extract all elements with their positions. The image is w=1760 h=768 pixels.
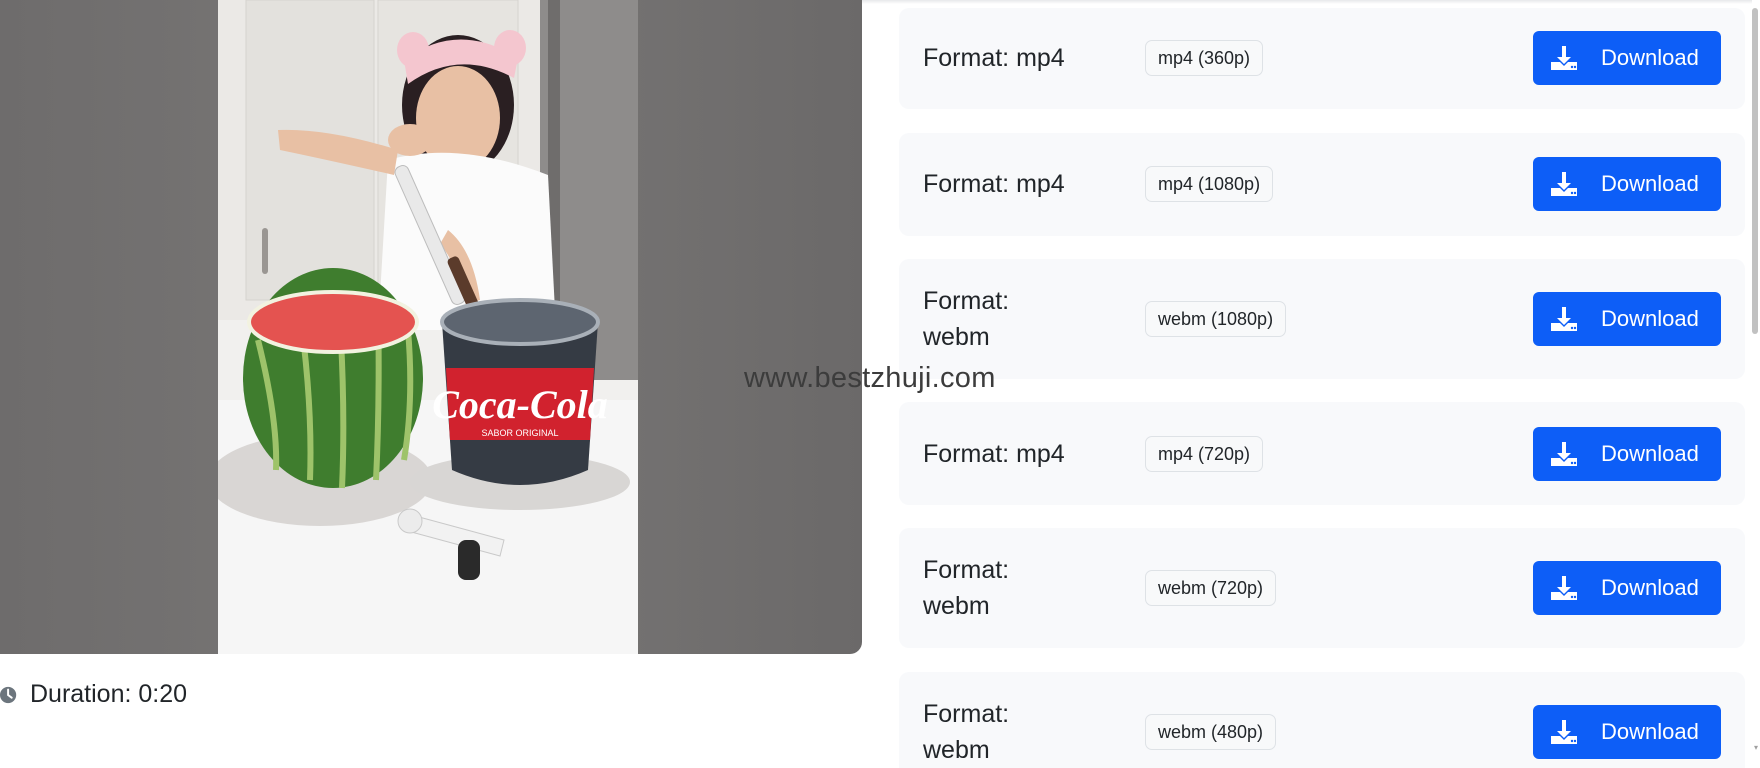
format-label: Format: webm: [923, 700, 1010, 764]
format-label: Format: mp4: [923, 440, 1065, 468]
format-card: Format: webm webm (1080p) Download: [899, 259, 1745, 379]
download-button[interactable]: Download: [1533, 157, 1721, 211]
thumbnail-image: Coca-Cola SABOR ORIGINAL: [218, 0, 638, 654]
format-label: Format: webm: [923, 556, 1010, 620]
format-card: Format: webm webm (480p) Download: [899, 672, 1745, 768]
svg-text:SABOR ORIGINAL: SABOR ORIGINAL: [481, 428, 558, 438]
quality-badge: mp4 (1080p): [1145, 166, 1274, 202]
download-button[interactable]: Download: [1533, 31, 1721, 85]
format-card: Format: mp4 mp4 (720p) Download: [899, 402, 1745, 505]
video-preview[interactable]: Coca-Cola SABOR ORIGINAL: [0, 0, 862, 654]
format-label: Format: webm: [923, 287, 1010, 351]
format-label: Format: mp4: [923, 44, 1065, 72]
download-icon: [1551, 172, 1577, 196]
download-button[interactable]: Download: [1533, 561, 1721, 615]
download-button-label: Download: [1601, 45, 1699, 70]
quality-badge: webm (720p): [1145, 570, 1277, 606]
svg-text:Coca-Cola: Coca-Cola: [432, 382, 608, 427]
clock-icon: [0, 686, 17, 703]
format-card: Format: webm webm (720p) Download: [899, 528, 1745, 648]
download-button[interactable]: Download: [1533, 427, 1721, 481]
download-button-label: Download: [1601, 441, 1699, 466]
duration-row: Duration: 0:20: [0, 680, 187, 709]
list-top-edge: [862, 0, 1752, 4]
duration-text: Duration: 0:20: [30, 680, 188, 708]
quality-badge: webm (480p): [1145, 714, 1277, 750]
download-button-label: Download: [1601, 306, 1699, 331]
quality-badge: mp4 (360p): [1145, 40, 1264, 76]
watermark-text: www.bestzhuji.com: [744, 362, 996, 394]
download-icon: [1551, 720, 1577, 744]
download-button-label: Download: [1601, 575, 1699, 600]
scroll-down-arrow-icon[interactable]: ▾: [1752, 744, 1760, 752]
video-thumbnail[interactable]: Coca-Cola SABOR ORIGINAL: [218, 0, 638, 654]
page: Coca-Cola SABOR ORIGINAL Duration: 0:20 …: [0, 0, 1760, 768]
scrollbar[interactable]: ▾: [1752, 0, 1760, 768]
download-button[interactable]: Download: [1533, 705, 1721, 759]
download-button[interactable]: Download: [1533, 292, 1721, 346]
download-icon: [1551, 46, 1577, 70]
download-button-label: Download: [1601, 171, 1699, 196]
format-card: Format: mp4 mp4 (1080p) Download: [899, 133, 1745, 236]
format-label: Format: mp4: [923, 170, 1065, 198]
quality-badge: webm (1080p): [1145, 301, 1287, 337]
download-icon: [1551, 442, 1577, 466]
format-card: Format: mp4 mp4 (360p) Download: [899, 8, 1745, 109]
download-icon: [1551, 576, 1577, 600]
download-button-label: Download: [1601, 719, 1699, 744]
quality-badge: mp4 (720p): [1145, 436, 1264, 472]
scrollbar-thumb[interactable]: [1752, 8, 1758, 334]
download-icon: [1551, 307, 1577, 331]
